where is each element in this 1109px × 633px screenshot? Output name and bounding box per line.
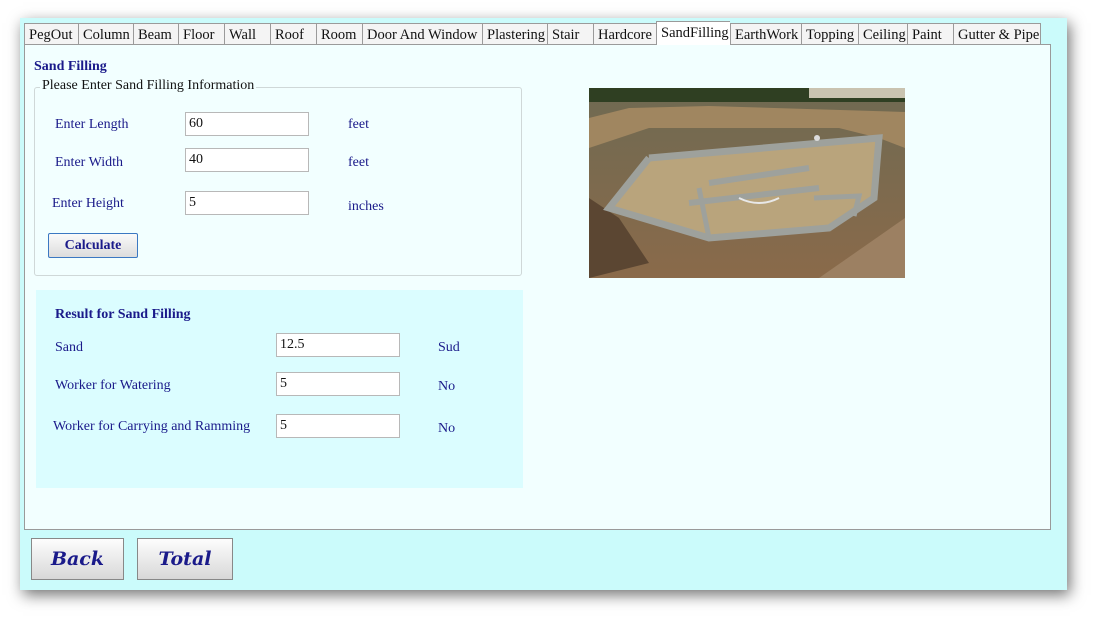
tab-roof[interactable]: Roof: [270, 23, 316, 45]
height-input[interactable]: [185, 191, 309, 215]
tab-earthwork[interactable]: EarthWork: [730, 23, 801, 45]
length-label: Enter Length: [55, 117, 129, 132]
calculate-button[interactable]: Calculate: [48, 233, 138, 258]
watering-label: Worker for Watering: [55, 378, 171, 393]
tab-pegout[interactable]: PegOut: [24, 23, 78, 45]
tab-stair[interactable]: Stair: [547, 23, 593, 45]
tab-beam[interactable]: Beam: [133, 23, 178, 45]
sand-label: Sand: [55, 340, 83, 355]
sand-unit: Sud: [438, 340, 460, 355]
ramming-output[interactable]: [276, 414, 400, 438]
length-unit: feet: [348, 117, 369, 132]
foundation-photo: [589, 88, 905, 278]
sand-output[interactable]: [276, 333, 400, 357]
tab-ceiling[interactable]: Ceiling: [858, 23, 907, 45]
tab-paint[interactable]: Paint: [907, 23, 953, 45]
page-title: Sand Filling: [34, 59, 107, 74]
tab-gutter-and-pipe[interactable]: Gutter & Pipe: [953, 23, 1041, 45]
tab-wall[interactable]: Wall: [224, 23, 270, 45]
tab-sandfilling[interactable]: SandFilling: [656, 21, 730, 45]
back-button[interactable]: Back: [31, 538, 124, 580]
tab-plastering[interactable]: Plastering: [482, 23, 547, 45]
total-button[interactable]: Total: [137, 538, 233, 580]
tab-topping[interactable]: Topping: [801, 23, 858, 45]
watering-unit: No: [438, 379, 456, 394]
ramming-label: Worker for Carrying and Ramming: [53, 419, 251, 434]
tab-floor[interactable]: Floor: [178, 23, 224, 45]
result-title: Result for Sand Filling: [55, 307, 191, 322]
tab-door-and-window[interactable]: Door And Window: [362, 23, 482, 45]
width-input[interactable]: [185, 148, 309, 172]
tab-hardcore[interactable]: Hardcore: [593, 23, 656, 45]
watering-output[interactable]: [276, 372, 400, 396]
tab-room[interactable]: Room: [316, 23, 362, 45]
length-input[interactable]: [185, 112, 309, 136]
ramming-unit: No: [438, 421, 456, 436]
height-unit: inches: [348, 199, 384, 214]
height-label: Enter Height: [52, 196, 124, 211]
width-label: Enter Width: [55, 155, 123, 170]
tab-strip: PegOut Column Beam Floor Wall Roof Room …: [24, 21, 1041, 45]
input-group-legend: Please Enter Sand Filling Information: [40, 78, 257, 94]
tab-column[interactable]: Column: [78, 23, 133, 45]
width-unit: feet: [348, 155, 369, 170]
